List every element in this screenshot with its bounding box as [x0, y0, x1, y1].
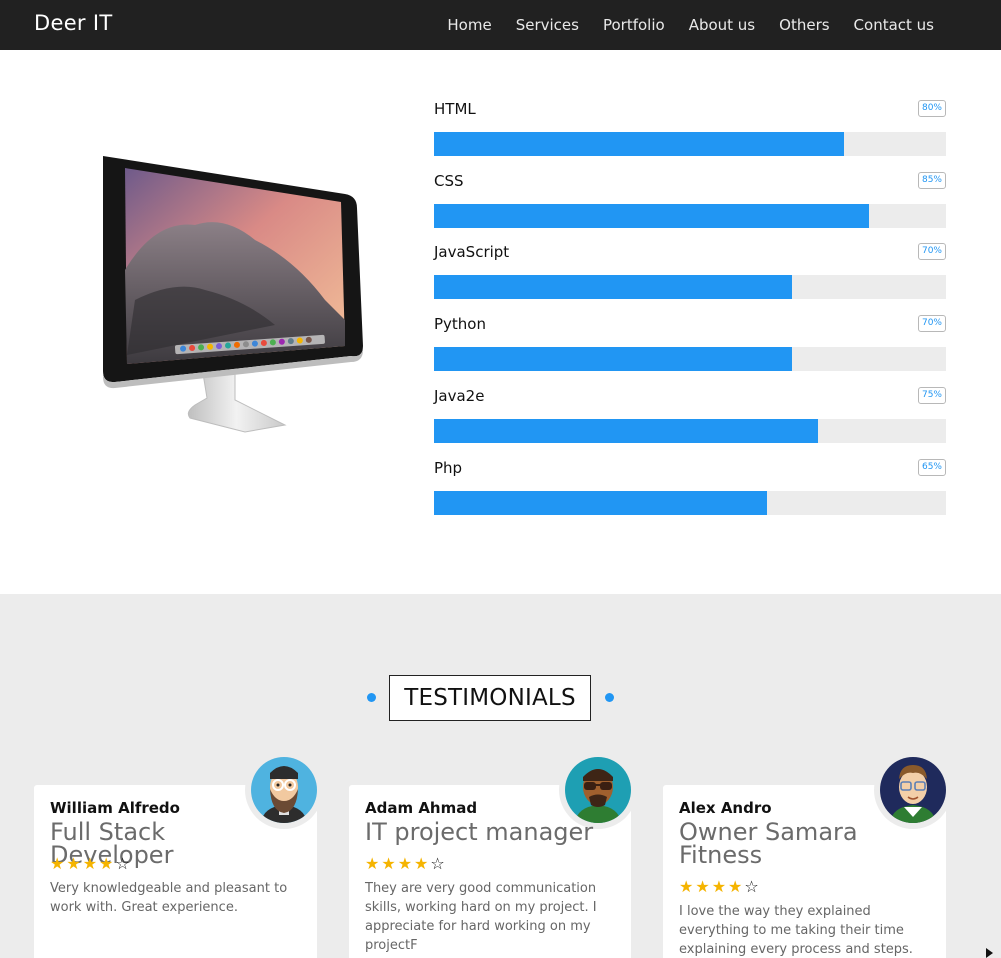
testimonial-card: Adam Ahmad IT project manager ★ ★ ★ ★ ☆ They…: [349, 751, 637, 958]
nav-others[interactable]: Others: [779, 16, 829, 34]
skill-progress-fill: [434, 132, 844, 156]
skill-name: HTML: [434, 100, 476, 118]
skill-java2e: Java2e 75%: [434, 383, 946, 455]
skill-percent-badge: 70%: [917, 315, 946, 332]
star-filled-icon: ★: [414, 854, 429, 873]
monitor-image: [103, 156, 363, 433]
reviewer-name: Alex Andro: [679, 799, 772, 817]
star-filled-icon: ★: [365, 854, 380, 873]
testimonials-heading: TESTIMONIALS: [367, 675, 615, 721]
brand-logo[interactable]: Deer IT: [34, 11, 112, 35]
star-rating: ★ ★ ★ ★ ☆: [50, 855, 130, 872]
heading-dot-icon: [605, 693, 614, 702]
reviewer-role: Owner Samara Fitness: [679, 818, 858, 869]
star-empty-icon: ☆: [744, 877, 759, 896]
star-filled-icon: ★: [679, 877, 694, 896]
star-filled-icon: ★: [397, 854, 413, 873]
skill-name: Java2e: [434, 387, 485, 405]
avatar-ring: [245, 751, 323, 829]
skill-percent-badge: 80%: [917, 100, 946, 117]
navbar: Deer IT Home Services Portfolio About us…: [0, 0, 1001, 50]
star-rating: ★ ★ ★ ★ ☆: [365, 855, 445, 872]
testimonial-text: They are very good communication skills,…: [365, 881, 597, 953]
nav-about-us[interactable]: About us: [689, 16, 755, 34]
star-filled-icon: ★: [50, 854, 65, 873]
star-filled-icon: ★: [695, 877, 710, 896]
star-empty-icon: ☆: [430, 854, 445, 873]
nav-contact-us[interactable]: Contact us: [854, 16, 934, 34]
skill-progress-track: [434, 347, 946, 371]
star-filled-icon: ★: [728, 877, 743, 896]
skill-progress-track: [434, 204, 946, 228]
reviewer-role: IT project manager: [365, 818, 594, 846]
skill-css: CSS 85%: [434, 168, 946, 240]
skill-percent-badge: 65%: [917, 459, 946, 476]
star-filled-icon: ★: [66, 854, 81, 873]
nav-menu: Home Services Portfolio About us Others …: [447, 0, 934, 50]
man-glasses-avatar-icon: [880, 757, 946, 823]
skill-progress-fill: [434, 347, 793, 371]
heading-dot-icon: [367, 693, 376, 702]
testimonial-card: Alex Andro Owner Samara Fitness ★ ★ ★ ★ ☆ I …: [663, 751, 952, 958]
skill-php: Php 65%: [434, 455, 946, 527]
skill-progress-fill: [434, 204, 870, 228]
skill-progress-track: [434, 419, 946, 443]
skill-percent-badge: 75%: [917, 387, 946, 404]
man-sunglasses-avatar-icon: [565, 757, 631, 823]
skill-percent-badge: 70%: [917, 243, 946, 260]
star-empty-icon: ☆: [115, 854, 130, 873]
skill-progress-track: [434, 275, 946, 299]
reviewer-name: Adam Ahmad: [365, 799, 478, 817]
skill-javascript: JavaScript 70%: [434, 239, 946, 311]
skill-name: CSS: [434, 172, 464, 190]
mouse-cursor-icon: [986, 948, 993, 958]
nav-portfolio[interactable]: Portfolio: [603, 16, 665, 34]
skill-progress-fill: [434, 419, 818, 443]
skill-name: Python: [434, 315, 486, 333]
star-filled-icon: ★: [381, 854, 396, 873]
star-filled-icon: ★: [82, 854, 98, 873]
bearded-man-glasses-avatar-icon: [251, 757, 317, 823]
star-filled-icon: ★: [711, 877, 727, 896]
nav-services[interactable]: Services: [516, 16, 579, 34]
skill-progress-track: [434, 132, 946, 156]
skill-percent-badge: 85%: [917, 172, 946, 189]
avatar-ring: [874, 751, 952, 829]
skill-python: Python 70%: [434, 311, 946, 383]
skill-progress-fill: [434, 275, 793, 299]
nav-home[interactable]: Home: [447, 16, 491, 34]
skill-progress-track: [434, 491, 946, 515]
testimonial-text: Very knowledgeable and pleasant to work …: [50, 881, 288, 915]
skill-name: Php: [434, 459, 463, 477]
star-rating: ★ ★ ★ ★ ☆: [679, 878, 759, 895]
testimonials-title: TESTIMONIALS: [389, 675, 591, 721]
skill-name: JavaScript: [434, 243, 510, 261]
testimonial-card: William Alfredo Full Stack Developer ★ ★ ★…: [34, 751, 323, 958]
testimonials-section: TESTIMONIALS William Alfredo Full Stack …: [0, 594, 1001, 958]
testimonial-text: I love the way they explained everything…: [679, 904, 913, 957]
skill-progress-fill: [434, 491, 767, 515]
reviewer-name: William Alfredo: [50, 799, 180, 817]
star-filled-icon: ★: [99, 854, 114, 873]
skill-html: HTML 80%: [434, 96, 946, 168]
